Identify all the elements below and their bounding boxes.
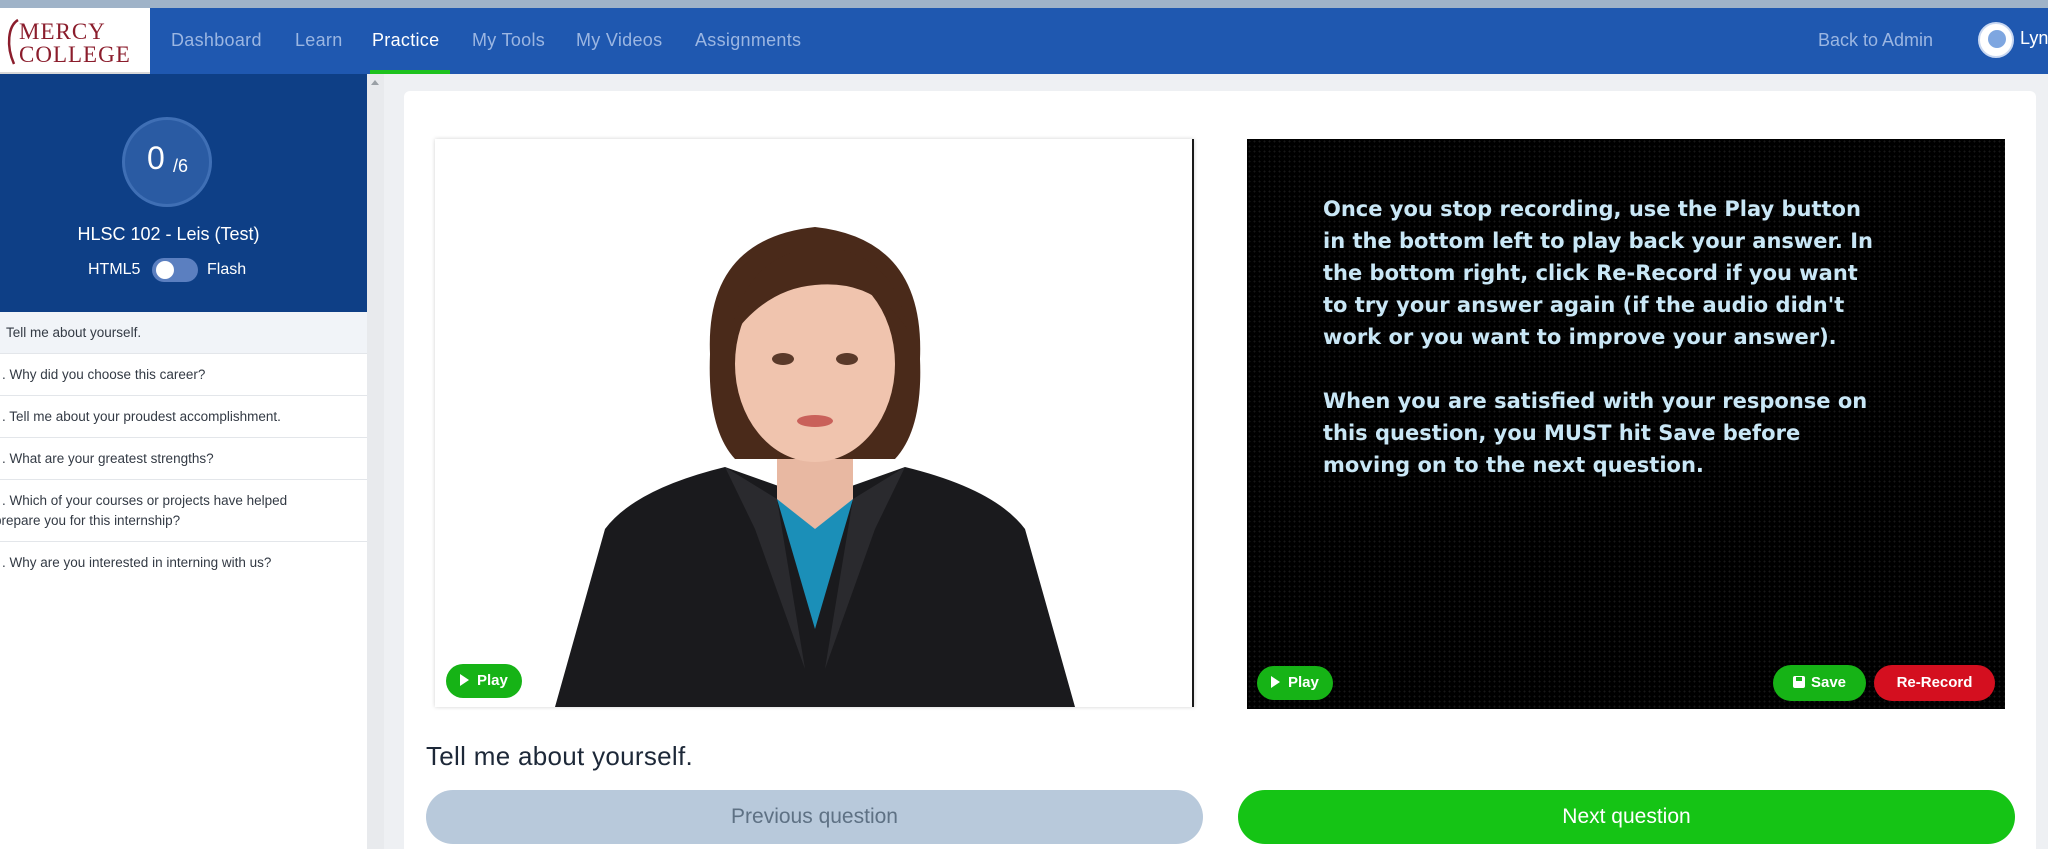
question-item-4[interactable]: . What are your greatest strengths?: [0, 438, 367, 480]
score-total: /6: [173, 156, 189, 176]
player-mode-toggle[interactable]: [152, 258, 198, 282]
save-icon: [1792, 676, 1805, 688]
play-recording-button[interactable]: Play: [1257, 666, 1333, 700]
next-question-button[interactable]: Next question: [1238, 790, 2015, 844]
sidebar-scrollbar[interactable]: [367, 74, 384, 849]
nav-dashboard[interactable]: Dashboard: [171, 30, 262, 51]
question-item-1[interactable]: Tell me about yourself.: [0, 312, 367, 354]
score-completed: 0: [147, 140, 165, 176]
question-text: . Why are you interested in interning wi…: [2, 555, 272, 570]
interviewer-video[interactable]: [435, 139, 1194, 707]
nav-assignments[interactable]: Assignments: [695, 30, 801, 51]
question-text: . Why did you choose this career?: [2, 367, 206, 382]
question-list: Tell me about yourself. . Why did you ch…: [0, 312, 367, 583]
toggle-knob: [156, 261, 174, 279]
question-text: . Which of your courses or projects have…: [0, 493, 288, 528]
question-text: Tell me about yourself.: [6, 325, 142, 340]
toggle-label-flash: Flash: [207, 261, 247, 278]
play-interviewer-button[interactable]: Play: [446, 664, 522, 698]
mercy-college-logo[interactable]: MERCY COLLEGE: [0, 8, 150, 74]
back-to-admin-link[interactable]: Back to Admin: [1818, 30, 1933, 51]
question-text: . Tell me about your proudest accomplish…: [2, 409, 281, 424]
progress-score-circle: 0 /6: [122, 117, 212, 207]
interviewer-image: [555, 227, 1075, 707]
logo-text-line2: COLLEGE: [19, 42, 131, 67]
user-name[interactable]: Lyn: [2020, 28, 2048, 49]
nav-my-videos[interactable]: My Videos: [576, 30, 662, 51]
current-question-title: Tell me about yourself.: [426, 741, 694, 771]
save-button[interactable]: Save: [1773, 665, 1866, 701]
nav-practice[interactable]: Practice: [372, 30, 439, 51]
toggle-label-html5: HTML5: [88, 261, 141, 278]
question-item-6[interactable]: . Why are you interested in interning wi…: [0, 542, 367, 583]
course-title: HLSC 102 - Leis (Test): [77, 224, 260, 244]
window-top-strip: [0, 0, 2048, 8]
question-sidebar: 0 /6 HLSC 102 - Leis (Test) HTML5 Flash …: [0, 74, 367, 849]
instructions-paragraph-2: When you are satisfied with your respons…: [1323, 389, 1868, 477]
sidebar-header: 0 /6 HLSC 102 - Leis (Test) HTML5 Flash: [0, 74, 367, 312]
recording-instructions: Once you stop recording, use the Play bu…: [1323, 193, 1883, 513]
video-border: [1192, 139, 1194, 707]
question-text: . What are your greatest strengths?: [2, 451, 214, 466]
question-item-2[interactable]: . Why did you choose this career?: [0, 354, 367, 396]
nav-learn[interactable]: Learn: [295, 30, 343, 51]
play-icon: [1271, 676, 1280, 688]
previous-question-button[interactable]: Previous question: [426, 790, 1203, 844]
scroll-up-arrow-icon[interactable]: [371, 80, 379, 85]
play-label: Play: [477, 672, 508, 689]
question-item-5[interactable]: . Which of your courses or projects have…: [0, 480, 367, 542]
play-label: Play: [1288, 674, 1319, 691]
play-icon: [460, 674, 469, 686]
user-avatar[interactable]: [1978, 22, 2014, 58]
save-label: Save: [1810, 674, 1847, 691]
re-record-button[interactable]: Re-Record: [1874, 665, 1995, 701]
top-navbar: MERCY COLLEGE Dashboard Learn Practice M…: [0, 8, 2048, 74]
instructions-paragraph-1: Once you stop recording, use the Play bu…: [1323, 197, 1873, 349]
recording-video[interactable]: Once you stop recording, use the Play bu…: [1247, 139, 2005, 709]
nav-my-tools[interactable]: My Tools: [472, 30, 545, 51]
question-item-3[interactable]: . Tell me about your proudest accomplish…: [0, 396, 367, 438]
